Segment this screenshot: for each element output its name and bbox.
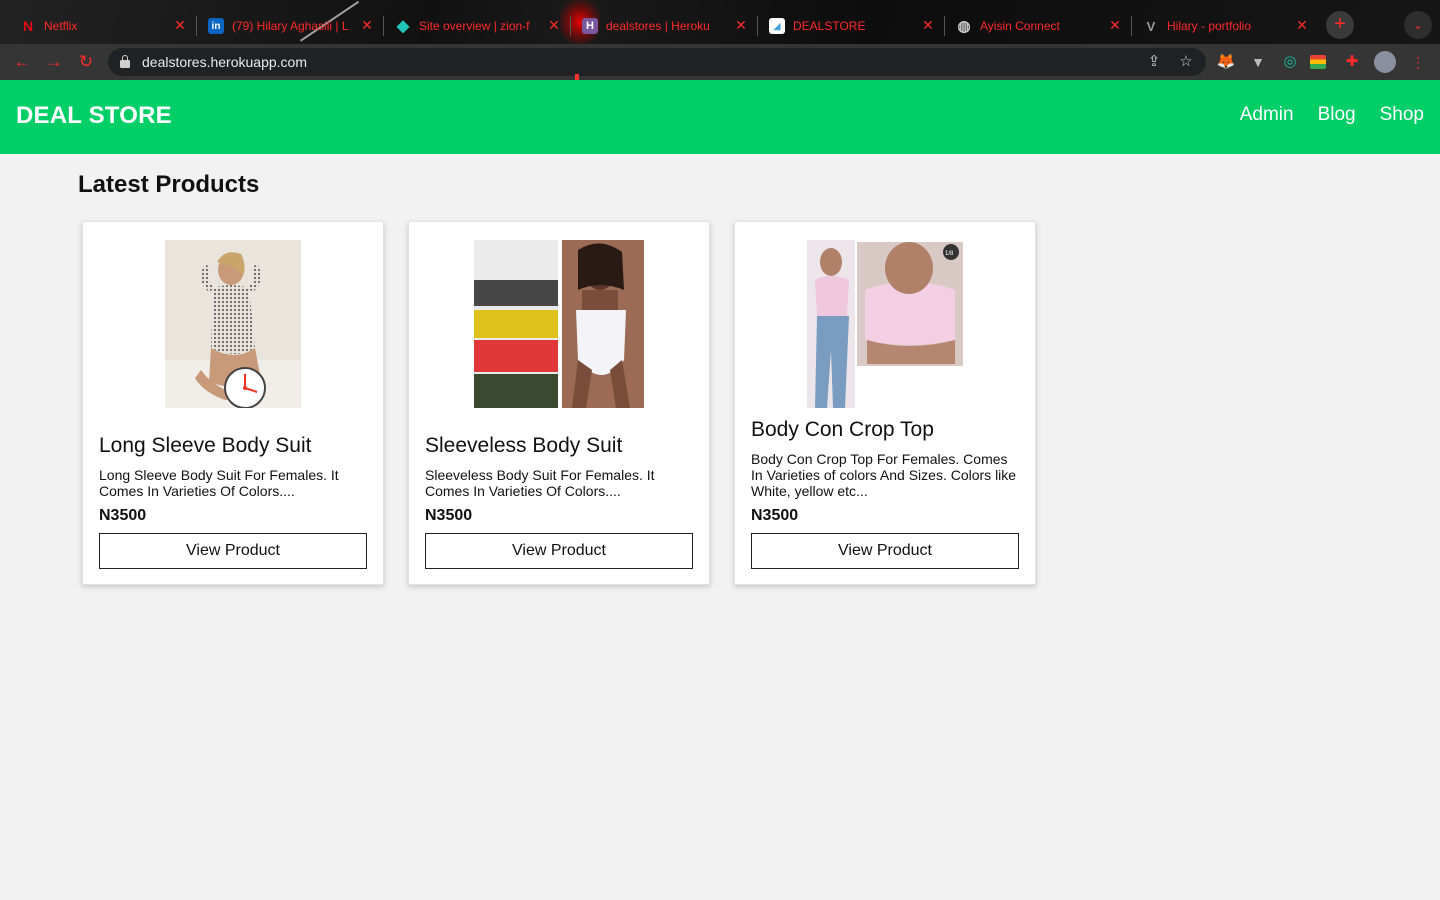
browser-tab-dealstore[interactable]: ◢ DEALSTORE ✕: [757, 10, 944, 42]
bookmark-star-icon[interactable]: ☆: [1176, 52, 1196, 72]
site-header: DEAL STORE Admin Blog Shop: [0, 80, 1440, 154]
lock-icon: [120, 55, 130, 68]
browser-tab-portfolio[interactable]: V Hilary - portfolio ✕: [1131, 10, 1318, 42]
product-description: Sleeveless Body Suit For Females. It Com…: [425, 467, 655, 499]
product-price: N3500: [751, 507, 799, 524]
product-price: N3500: [425, 507, 473, 524]
address-url[interactable]: dealstores.herokuapp.com: [142, 54, 307, 70]
product-image[interactable]: [409, 240, 709, 410]
tab-title: Ayisin Connect: [980, 19, 1060, 33]
main-nav: Admin Blog Shop: [1240, 104, 1424, 126]
product-image[interactable]: [83, 240, 383, 410]
svg-text:1/8: 1/8: [945, 251, 954, 257]
vue-devtools-icon[interactable]: ▼: [1248, 52, 1268, 72]
product-description: Body Con Crop Top For Females. Comes In …: [751, 451, 1017, 499]
netflix-icon: N: [22, 18, 34, 34]
tab-list: N Netflix ✕ in (79) Hilary Aghasili | L …: [8, 10, 1318, 42]
back-arrow-icon[interactable]: ←: [10, 50, 34, 74]
tab-search-button[interactable]: ⌄: [1404, 11, 1432, 39]
tab-title: Netflix: [44, 19, 78, 33]
browser-tab-ayisin[interactable]: ◍ Ayisin Connect ✕: [944, 10, 1131, 42]
profile-avatar[interactable]: [1374, 51, 1396, 73]
product-card: 1/8 Body Con Crop Top Body Con Crop Top …: [734, 221, 1036, 585]
close-tab-icon[interactable]: ✕: [1294, 17, 1310, 33]
tab-title: Hilary - portfolio: [1167, 19, 1252, 33]
close-tab-icon[interactable]: ✕: [359, 17, 375, 33]
section-title: Latest Products: [78, 171, 260, 198]
tab-title: Site overview | zion-f: [419, 19, 530, 33]
view-product-button[interactable]: View Product: [425, 533, 693, 569]
close-tab-icon[interactable]: ✕: [546, 17, 562, 33]
close-tab-icon[interactable]: ✕: [1107, 17, 1123, 33]
product-card: Sleeveless Body Suit Sleeveless Body Sui…: [408, 221, 710, 585]
reload-icon[interactable]: ↻: [74, 50, 98, 74]
nav-link-blog[interactable]: Blog: [1318, 104, 1356, 126]
linkedin-icon: in: [208, 18, 224, 34]
product-name[interactable]: Body Con Crop Top: [751, 418, 934, 442]
product-price: N3500: [99, 507, 147, 524]
address-bar[interactable]: dealstores.herokuapp.com ⇪ ☆: [108, 48, 1206, 76]
google-keep-icon[interactable]: [1310, 55, 1326, 69]
product-name[interactable]: Long Sleeve Body Suit: [99, 434, 311, 458]
browser-tab-heroku[interactable]: H dealstores | Heroku ✕: [570, 10, 757, 42]
vercel-v-icon: V: [1146, 18, 1156, 34]
nav-link-admin[interactable]: Admin: [1240, 104, 1294, 126]
browser-tab-netflix[interactable]: N Netflix ✕: [8, 10, 196, 42]
product-name[interactable]: Sleeveless Body Suit: [425, 434, 622, 458]
page-icon: ◢: [769, 18, 785, 34]
tab-title: dealstores | Heroku: [606, 19, 710, 33]
product-grid: Long Sleeve Body Suit Long Sleeve Body S…: [82, 221, 1036, 585]
product-description: Long Sleeve Body Suit For Females. It Co…: [99, 467, 339, 499]
long-sleeve-bodysuit-photo: [165, 240, 301, 408]
close-tab-icon[interactable]: ✕: [920, 17, 936, 33]
tab-title: (79) Hilary Aghasili | L: [232, 19, 349, 33]
tab-title: DEALSTORE: [793, 19, 866, 33]
crop-top-photo: 1/8: [805, 240, 965, 408]
product-image[interactable]: 1/8: [735, 240, 1035, 410]
share-icon[interactable]: ⇪: [1144, 52, 1164, 72]
browser-toolbar: ← → ↻ dealstores.herokuapp.com ⇪ ☆ 🦊 ▼ ◎…: [0, 44, 1440, 80]
heroku-icon: H: [582, 18, 598, 34]
nav-link-shop[interactable]: Shop: [1380, 104, 1424, 126]
browser-tab-strip: N Netflix ✕ in (79) Hilary Aghasili | L …: [0, 0, 1440, 44]
browser-tab-netlify[interactable]: ◆ Site overview | zion-f ✕: [383, 10, 570, 42]
close-tab-icon[interactable]: ✕: [733, 17, 749, 33]
browser-menu-icon[interactable]: ⋮: [1408, 52, 1428, 72]
globe-icon: ◍: [957, 18, 971, 35]
netlify-icon: ◆: [396, 18, 410, 35]
view-product-button[interactable]: View Product: [99, 533, 367, 569]
brand-logo[interactable]: DEAL STORE: [16, 102, 172, 130]
sleeveless-bodysuit-photo: [474, 240, 644, 408]
product-card: Long Sleeve Body Suit Long Sleeve Body S…: [82, 221, 384, 585]
view-product-button[interactable]: View Product: [751, 533, 1019, 569]
new-tab-button[interactable]: +: [1326, 11, 1354, 39]
browser-tab-linkedin[interactable]: in (79) Hilary Aghasili | L ✕: [196, 10, 383, 42]
puzzle-extensions-icon[interactable]: ✚: [1342, 52, 1362, 72]
close-tab-icon[interactable]: ✕: [172, 17, 188, 33]
grammarly-icon[interactable]: ◎: [1280, 52, 1300, 72]
metamask-fox-icon[interactable]: 🦊: [1216, 52, 1236, 72]
forward-arrow-icon[interactable]: →: [42, 50, 66, 74]
